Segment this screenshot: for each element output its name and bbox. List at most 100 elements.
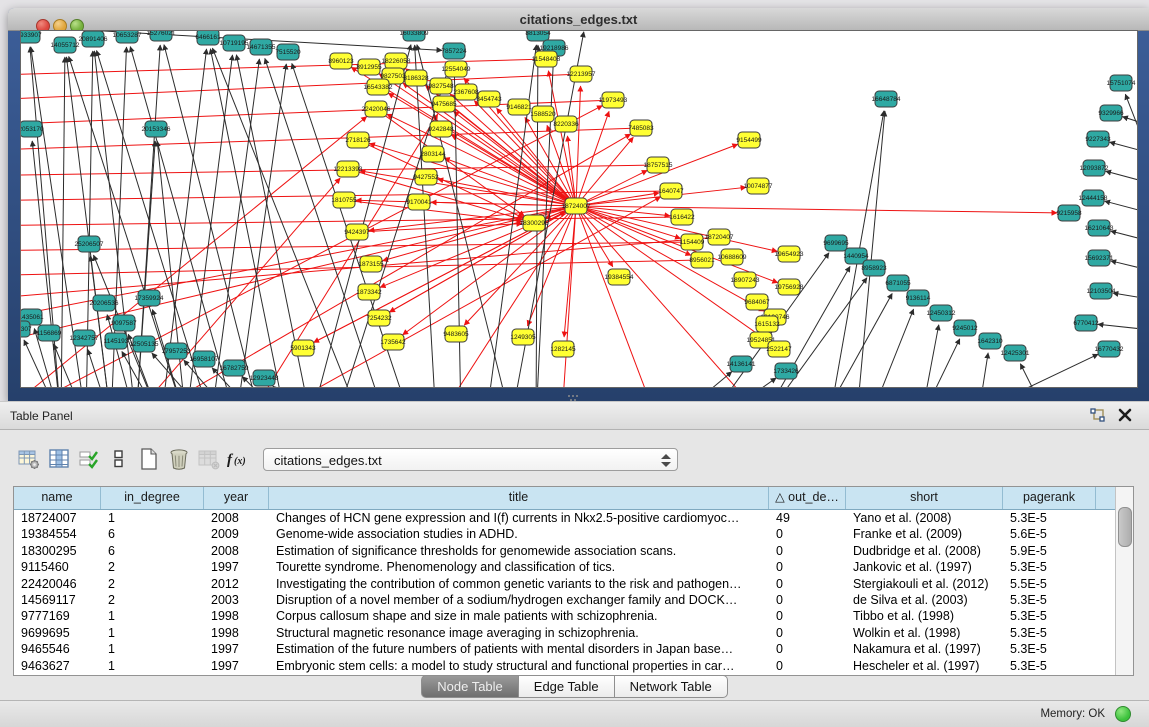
- graph-edge[interactable]: [579, 213, 661, 387]
- graph-edge[interactable]: [1098, 324, 1137, 331]
- column-header-short[interactable]: short: [846, 487, 1003, 509]
- graph-edge[interactable]: [161, 49, 207, 387]
- table-cell: 2: [101, 559, 204, 575]
- graph-edge[interactable]: [1111, 231, 1137, 244]
- table-cell: Tourette syndrome. Phenomenology and cla…: [269, 559, 769, 575]
- table-cell: 9463627: [14, 658, 101, 674]
- table-cell: 0: [769, 543, 846, 559]
- graph-node-label: 1735642: [380, 339, 406, 346]
- graph-edge[interactable]: [1106, 171, 1137, 186]
- table-row[interactable]: 2242004622012Investigating the contribut…: [14, 576, 1133, 592]
- table-row[interactable]: 1872400712008Changes of HCN gene express…: [14, 510, 1133, 526]
- graph-edge[interactable]: [1111, 261, 1137, 273]
- graph-node-label: 20153346: [142, 126, 171, 133]
- graph-edge[interactable]: [54, 344, 86, 387]
- graph-edge[interactable]: [979, 354, 1098, 387]
- float-panel-icon[interactable]: [1089, 407, 1107, 425]
- table-row[interactable]: 1938455462009Genome-wide association stu…: [14, 526, 1133, 542]
- column-visibility-icon[interactable]: [44, 444, 74, 474]
- table-type-tabs: Node TableEdge TableNetwork Table: [0, 675, 1149, 698]
- graph-node-label: 10688609: [718, 254, 747, 261]
- window-titlebar[interactable]: citations_edges.txt: [8, 8, 1149, 31]
- graph-node-label: 16543382: [364, 84, 393, 91]
- new-file-icon[interactable]: [134, 444, 164, 474]
- graph-edge[interactable]: [561, 214, 575, 387]
- graph-node-label: 9684067: [744, 299, 770, 306]
- status-bar: Memory: OK: [0, 700, 1149, 727]
- column-header-out_de[interactable]: △ out_de…: [769, 487, 846, 509]
- graph-edge[interactable]: [1105, 201, 1137, 216]
- column-header-title[interactable]: title: [269, 487, 769, 509]
- graph-edge[interactable]: [1125, 94, 1137, 186]
- tab-edge-table[interactable]: Edge Table: [519, 675, 615, 698]
- column-header-in_degree[interactable]: in_degree: [101, 487, 204, 509]
- table-cell: 9115460: [14, 559, 101, 575]
- graph-edge[interactable]: [21, 128, 633, 151]
- select-columns-check-icon[interactable]: [74, 444, 104, 474]
- graph-edge[interactable]: [576, 86, 580, 198]
- scrollbar-thumb[interactable]: [1118, 507, 1132, 547]
- window-title: citations_edges.txt: [8, 12, 1149, 27]
- table-row[interactable]: 1456911722003Disruption of a novel membe…: [14, 592, 1133, 608]
- row-height-icon[interactable]: [104, 444, 134, 474]
- graph-edge[interactable]: [661, 372, 732, 387]
- graph-edge[interactable]: [869, 309, 914, 387]
- column-header-pagerank[interactable]: pagerank: [1003, 487, 1096, 509]
- table-cell: 1998: [204, 625, 269, 641]
- graph-node-label: 9146821: [506, 104, 532, 111]
- graph-edge[interactable]: [415, 45, 436, 387]
- graph-node-label: 15276021: [147, 31, 176, 37]
- table-cell: 2: [101, 592, 204, 608]
- table-row[interactable]: 911546021997Tourette syndrome. Phenomeno…: [14, 559, 1133, 575]
- graph-edge[interactable]: [579, 111, 609, 198]
- table-body: 1872400712008Changes of HCN gene express…: [14, 510, 1133, 674]
- graph-node-label: 16782759: [220, 365, 249, 372]
- table-row[interactable]: 946554611997Estimation of the future num…: [14, 641, 1133, 657]
- network-graph[interactable]: 1933907140557122089140610653287152760216…: [21, 31, 1137, 387]
- graph-edge[interactable]: [88, 349, 111, 387]
- graph-edge[interactable]: [431, 202, 568, 205]
- graph-node-label: 12444158: [1079, 195, 1108, 202]
- table-cell: Hescheler et al. (1997): [846, 658, 1003, 674]
- graph-node-label: 12213957: [567, 71, 596, 78]
- table-row[interactable]: 946362711997Embryonic stem cells: a mode…: [14, 658, 1133, 674]
- graph-edge[interactable]: [241, 197, 661, 387]
- column-header-name[interactable]: name: [14, 487, 101, 509]
- close-panel-icon[interactable]: [1117, 407, 1133, 423]
- column-header-year[interactable]: year: [204, 487, 269, 509]
- table-panel-title: Table Panel: [10, 409, 73, 423]
- svg-text:f: f: [227, 452, 234, 468]
- table-cell: 1: [101, 625, 204, 641]
- graph-edge[interactable]: [584, 206, 1057, 213]
- table-cell: 2003: [204, 592, 269, 608]
- network-canvas[interactable]: 1933907140557122089140610653287152760216…: [20, 30, 1138, 388]
- graph-node-label: 1282145: [550, 346, 576, 353]
- graph-edge[interactable]: [921, 325, 939, 387]
- delete-trash-icon[interactable]: [164, 444, 194, 474]
- graph-edge[interactable]: [921, 339, 960, 387]
- import-table-icon[interactable]: [194, 444, 224, 474]
- graph-edge[interactable]: [979, 353, 988, 387]
- table-row[interactable]: 1830029562008Estimation of significance …: [14, 543, 1133, 559]
- network-table-selector[interactable]: citations_edges.txt: [263, 448, 678, 471]
- graph-edge[interactable]: [212, 48, 361, 387]
- table-row[interactable]: 969969511998Structural magnetic resonanc…: [14, 625, 1133, 641]
- graph-edge[interactable]: [431, 213, 572, 387]
- graph-node-label: 6466161: [195, 34, 221, 41]
- table-settings-icon[interactable]: [14, 444, 44, 474]
- graph-node-label: 1154409: [680, 239, 705, 246]
- graph-edge[interactable]: [453, 111, 569, 201]
- graph-edge[interactable]: [61, 57, 65, 387]
- function-builder-fx-icon[interactable]: f (x): [224, 444, 254, 474]
- graph-edge[interactable]: [1113, 293, 1137, 301]
- graph-edge[interactable]: [816, 293, 892, 387]
- graph-node-label: 1616422: [669, 214, 695, 221]
- table-cell: 5.3E-5: [1003, 510, 1096, 526]
- graph-edge[interactable]: [1110, 142, 1137, 156]
- tab-node-table[interactable]: Node Table: [421, 675, 519, 698]
- tab-network-table[interactable]: Network Table: [615, 675, 728, 698]
- table-cell: Estimation of the future numbers of pati…: [269, 641, 769, 657]
- table-row[interactable]: 977716911998Corpus callosum shape and si…: [14, 608, 1133, 624]
- table-vertical-scrollbar[interactable]: [1115, 487, 1133, 675]
- table-cell: 1997: [204, 559, 269, 575]
